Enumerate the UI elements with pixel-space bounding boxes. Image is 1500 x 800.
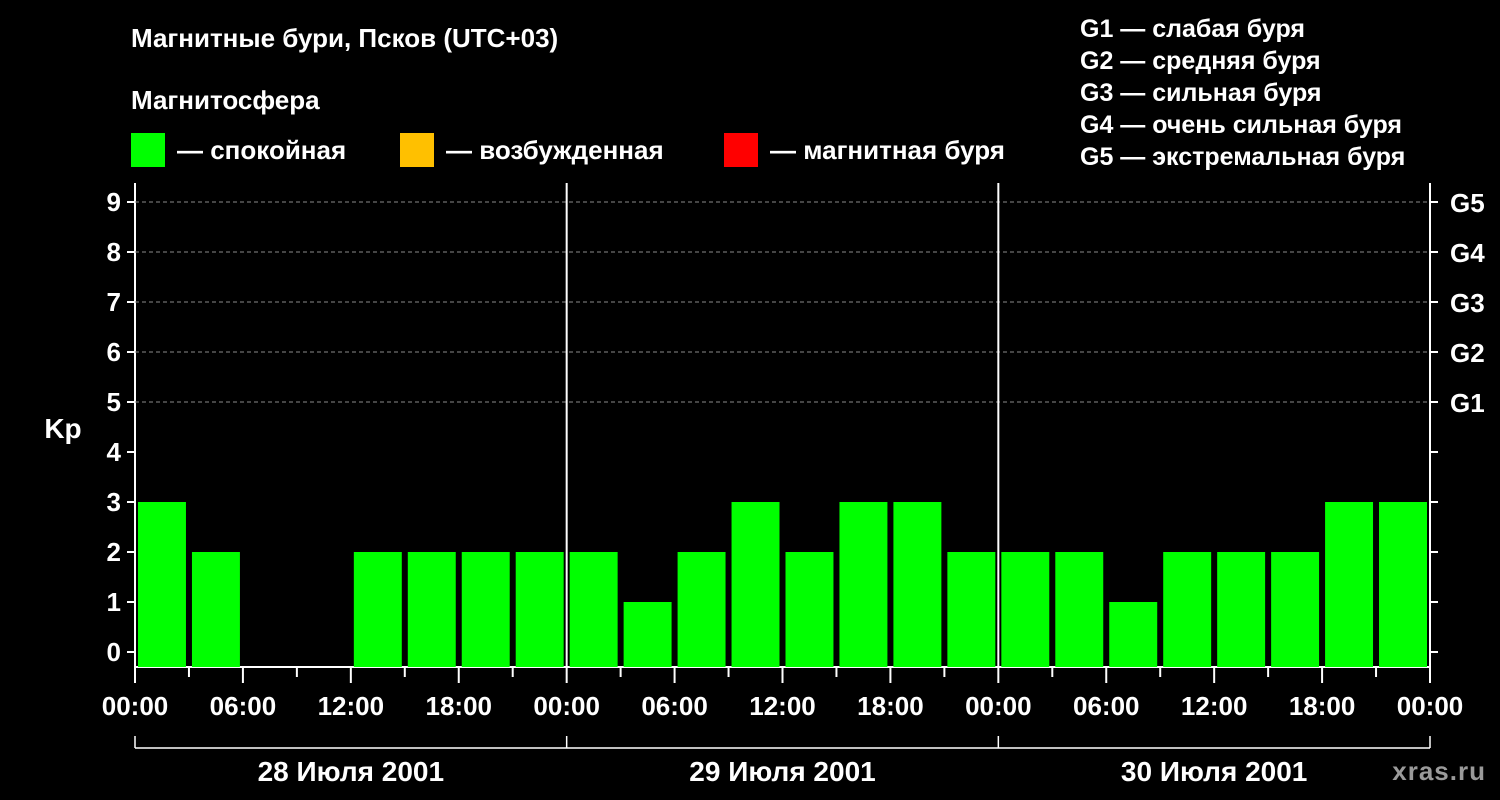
bar-kp: [1055, 552, 1104, 667]
bar-kp: [138, 502, 186, 667]
watermark: xras.ru: [1392, 756, 1486, 786]
bar-kp: [785, 552, 834, 667]
right-axis-label-G4: G4: [1450, 238, 1485, 268]
y-tick-label: 6: [107, 337, 121, 367]
y-tick-label: 1: [107, 587, 121, 617]
x-tick-label: 18:00: [1289, 691, 1356, 721]
y-tick-label: 9: [107, 187, 121, 217]
y-axis-label: Kp: [44, 413, 81, 444]
bar-kp: [461, 552, 510, 667]
x-tick-label: 12:00: [1181, 691, 1248, 721]
bar-kp: [1379, 502, 1427, 667]
bar-kp: [947, 552, 996, 667]
x-tick-label: 00:00: [102, 691, 169, 721]
bar-kp: [407, 552, 456, 667]
bar-kp: [1109, 602, 1158, 667]
y-tick-label: 0: [107, 637, 121, 667]
bar-kp: [1217, 552, 1266, 667]
y-tick-label: 4: [107, 437, 122, 467]
right-axis-label-G3: G3: [1450, 288, 1485, 318]
day-label: 28 Июля 2001: [258, 756, 444, 787]
bar-kp: [1271, 552, 1320, 667]
x-tick-label: 06:00: [641, 691, 708, 721]
x-tick-label: 00:00: [1397, 691, 1464, 721]
right-axis-label-G5: G5: [1450, 188, 1485, 218]
bar-kp: [893, 502, 942, 667]
bar-kp: [677, 552, 726, 667]
bar-kp: [1001, 552, 1050, 667]
bar-kp: [191, 552, 240, 667]
bar-kp: [1325, 502, 1374, 667]
kp-bar-chart: 0 1 2 3 4 5 6 7 8 9 Kp G1 G2 G3 G4 G5 00:00 06:00 12:00 18:…: [44, 183, 1485, 787]
y-tick-label: 7: [107, 287, 121, 317]
x-tick-label: 12:00: [318, 691, 385, 721]
bar-kp: [731, 502, 780, 667]
day-label: 30 Июля 2001: [1121, 756, 1307, 787]
x-tick-label: 18:00: [857, 691, 924, 721]
bar-kp: [1163, 552, 1212, 667]
y-tick-label: 2: [107, 537, 121, 567]
bar-kp: [839, 502, 888, 667]
x-tick-label: 06:00: [210, 691, 277, 721]
day-label: 29 Июля 2001: [689, 756, 875, 787]
right-axis-label-G1: G1: [1450, 388, 1485, 418]
y-tick-label: 3: [107, 487, 121, 517]
bar-kp: [569, 552, 618, 667]
bar-kp: [515, 552, 564, 667]
y-tick-label: 5: [107, 387, 121, 417]
right-axis-label-G2: G2: [1450, 338, 1485, 368]
bar-kp: [353, 552, 402, 667]
x-tick-label: 12:00: [749, 691, 816, 721]
x-tick-label: 00:00: [965, 691, 1032, 721]
x-tick-label: 06:00: [1073, 691, 1140, 721]
x-tick-label: 00:00: [533, 691, 600, 721]
bar-kp: [623, 602, 672, 667]
x-tick-label: 18:00: [426, 691, 493, 721]
y-tick-label: 8: [107, 237, 121, 267]
